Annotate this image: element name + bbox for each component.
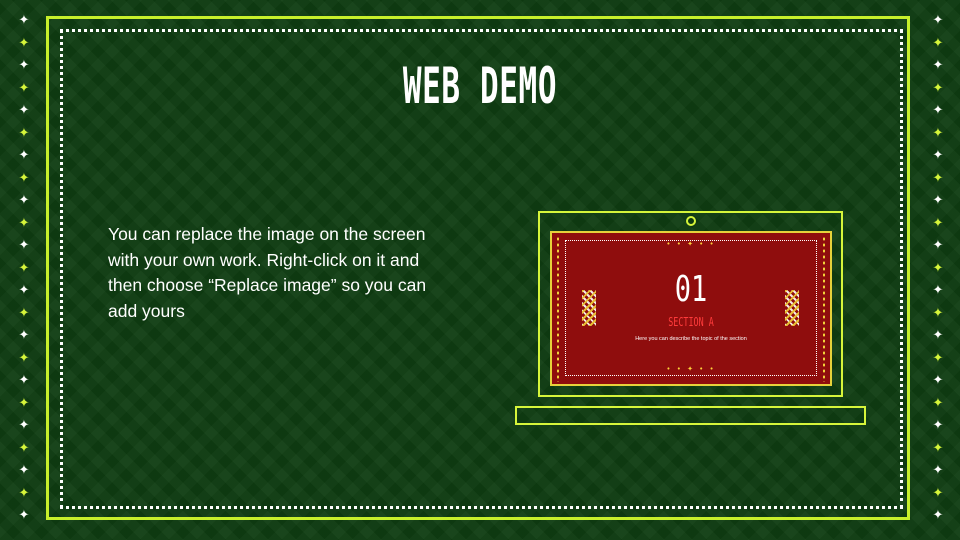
star-icon: ✦: [932, 238, 944, 253]
right-star-border: ✦ ✦ ✦ ✦ ✦ ✦ ✦ ✦ ✦ ✦ ✦ ✦ ✦ ✦ ✦ ✦ ✦ ✦ ✦ ✦ …: [930, 10, 946, 528]
star-icon: ✦: [18, 103, 30, 118]
star-icon: ✦: [18, 305, 30, 321]
star-icon: ✦: [18, 80, 30, 96]
preview-section-number: 01: [674, 269, 708, 310]
star-icon: ✦: [18, 148, 30, 163]
star-icon: ✦: [18, 58, 30, 73]
slide-body-text[interactable]: You can replace the image on the screen …: [108, 222, 448, 324]
star-icon: ✦: [18, 13, 30, 28]
star-icon: ✦: [932, 215, 944, 231]
star-icon: ✦: [18, 328, 30, 343]
laptop-base: [515, 406, 866, 425]
star-icon: ✦: [932, 418, 944, 433]
star-icon: ✦: [932, 103, 944, 118]
star-icon: ✦: [932, 125, 944, 141]
preview-section-title: SECTION A: [668, 315, 714, 329]
star-icon: ✦: [18, 193, 30, 208]
star-icon: ✦: [18, 170, 30, 186]
star-icon: ✦: [18, 350, 30, 366]
star-icon: ✦: [932, 58, 944, 73]
sparkle-icon: • • ✦ • •: [666, 365, 716, 373]
star-icon: ✦: [932, 35, 944, 51]
star-icon: ✦: [932, 440, 944, 456]
preview-section-caption: Here you can describe the topic of the s…: [635, 336, 747, 342]
star-icon: ✦: [18, 418, 30, 433]
star-icon: ✦: [932, 148, 944, 163]
webcam-icon: [686, 216, 696, 226]
star-icon: ✦: [932, 260, 944, 276]
star-icon: ✦: [18, 440, 30, 456]
star-icon: ✦: [932, 80, 944, 96]
star-icon: ✦: [18, 260, 30, 276]
star-icon: ✦: [18, 125, 30, 141]
left-star-border: ✦ ✦ ✦ ✦ ✦ ✦ ✦ ✦ ✦ ✦ ✦ ✦ ✦ ✦ ✦ ✦ ✦ ✦ ✦ ✦ …: [16, 10, 32, 528]
star-icon: ✦: [18, 215, 30, 231]
star-icon: ✦: [932, 463, 944, 478]
star-icon: ✦: [18, 508, 30, 523]
star-icon: ✦: [18, 395, 30, 411]
preview-bottom-ornament: • • ✦ • •: [550, 365, 832, 375]
star-icon: ✦: [932, 170, 944, 186]
star-icon: ✦: [932, 508, 944, 523]
slide-title[interactable]: WEB DEMO: [182, 54, 777, 118]
star-icon: ✦: [18, 485, 30, 501]
dotted-border-right: [822, 236, 826, 382]
star-icon: ✦: [18, 283, 30, 298]
star-icon: ✦: [932, 395, 944, 411]
star-icon: ✦: [18, 463, 30, 478]
star-icon: ✦: [932, 373, 944, 388]
star-icon: ✦: [18, 35, 30, 51]
preview-top-ornament: • • ✦ • •: [550, 240, 832, 250]
star-icon: ✦: [932, 305, 944, 321]
star-icon: ✦: [932, 13, 944, 28]
star-icon: ✦: [18, 238, 30, 253]
star-icon: ✦: [932, 283, 944, 298]
star-icon: ✦: [932, 193, 944, 208]
star-icon: ✦: [18, 373, 30, 388]
star-icon: ✦: [932, 350, 944, 366]
dotted-border-left: [556, 236, 560, 382]
sparkle-icon: • • ✦ • •: [666, 240, 716, 248]
star-icon: ✦: [932, 328, 944, 343]
star-icon: ✦: [932, 485, 944, 501]
